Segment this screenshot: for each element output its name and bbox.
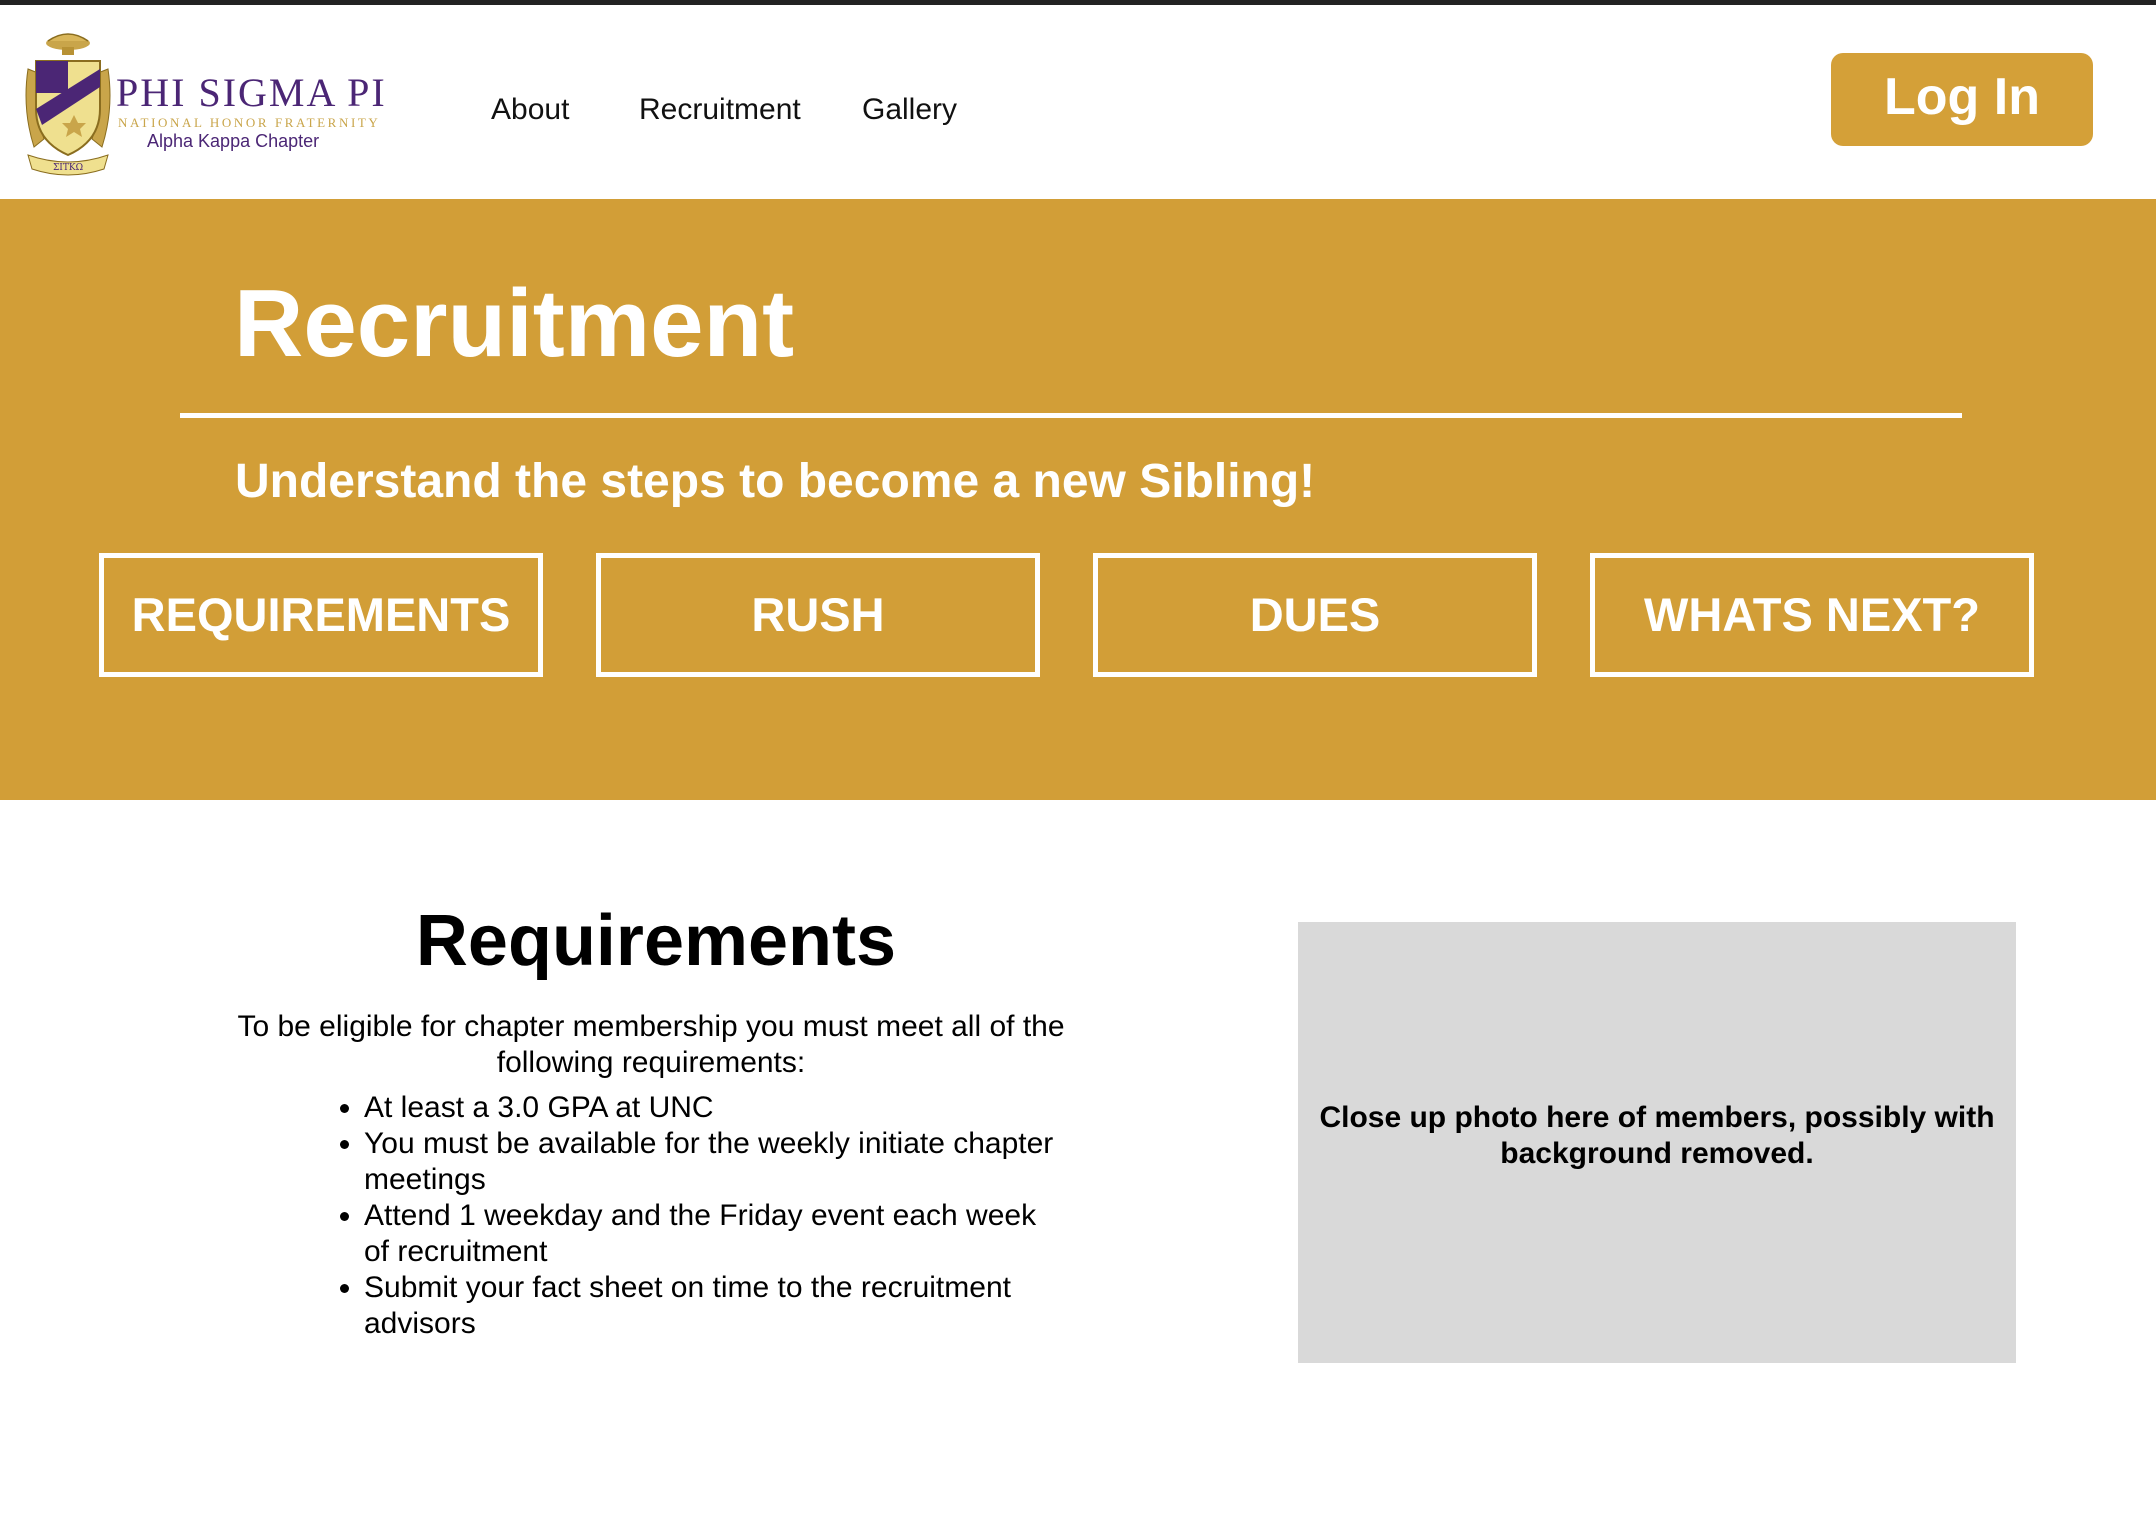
nav-gallery-link[interactable]: Gallery (862, 93, 957, 127)
title-divider (180, 413, 1962, 418)
tab-rush[interactable]: RUSH (596, 553, 1040, 677)
crest-motto: ΣΙΤΚΩ (53, 163, 83, 173)
login-button[interactable]: Log In (1831, 53, 2093, 146)
logo-chapter: Alpha Kappa Chapter (147, 131, 320, 151)
hero-banner: Recruitment Understand the steps to beco… (0, 199, 2156, 800)
requirements-heading: Requirements (415, 901, 897, 981)
tab-whats-next[interactable]: WHATS NEXT? (1590, 553, 2034, 677)
list-item: At least a 3.0 GPA at UNC (364, 1090, 1064, 1126)
nav-about-link[interactable]: About (491, 93, 569, 127)
requirements-list: At least a 3.0 GPA at UNC You must be av… (320, 1090, 1064, 1342)
crest-icon: ΣΙΤΚΩ (25, 33, 111, 176)
list-item: Attend 1 weekday and the Friday event ea… (364, 1198, 1064, 1270)
site-logo[interactable]: ΣΙΤΚΩ PHI SIGMA PI NATIONAL HONOR FRATER… (22, 29, 422, 179)
nav-recruitment-link[interactable]: Recruitment (639, 93, 801, 127)
photo-placeholder-text: Close up photo here of members, possibly… (1319, 1101, 1995, 1170)
logo-subtitle: NATIONAL HONOR FRATERNITY (118, 115, 381, 130)
tab-dues[interactable]: DUES (1093, 553, 1537, 677)
page-title: Recruitment (234, 270, 795, 377)
requirements-intro: To be eligible for chapter membership yo… (237, 1010, 1065, 1079)
photo-placeholder: Close up photo here of members, possibly… (1298, 922, 2016, 1363)
list-item: Submit your fact sheet on time to the re… (364, 1270, 1064, 1342)
site-header: ΣΙΤΚΩ PHI SIGMA PI NATIONAL HONOR FRATER… (0, 5, 2156, 199)
page-subtitle: Understand the steps to become a new Sib… (235, 455, 1316, 508)
list-item: You must be available for the weekly ini… (364, 1126, 1064, 1198)
tab-requirements[interactable]: REQUIREMENTS (99, 553, 543, 677)
logo-name: PHI SIGMA PI (116, 70, 387, 115)
